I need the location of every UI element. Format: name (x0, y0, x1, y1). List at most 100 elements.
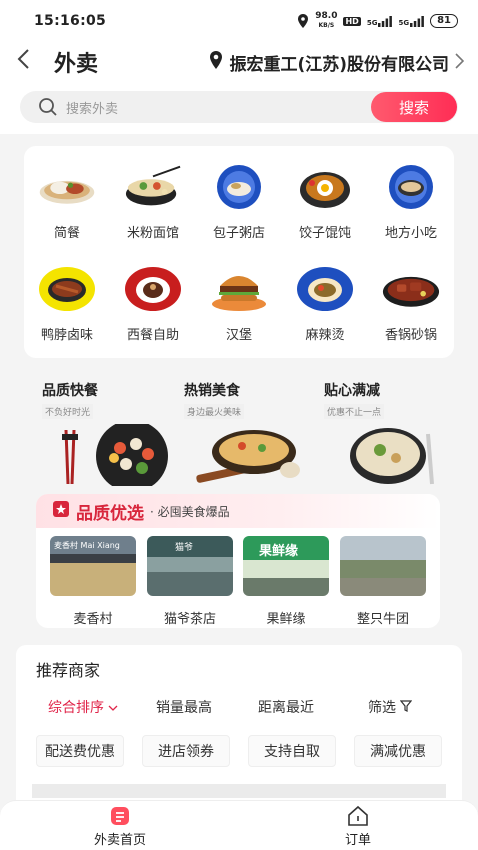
promo-title: 贴心满减 (324, 383, 380, 399)
filter-chip-delivery-discount[interactable]: 配送费优惠 (36, 735, 124, 767)
store-item[interactable]: 果鲜缘 果鲜缘 (243, 536, 329, 627)
promo-title: 热销美食 (184, 383, 240, 399)
local-snack-icon (382, 164, 440, 210)
store-sign: 猫爷 (175, 543, 194, 553)
store-sign: 麦香村 Mai Xiang (54, 541, 120, 550)
category-label: 汉堡 (225, 328, 252, 343)
dumpling-icon (296, 164, 354, 210)
category-item-claypot[interactable]: 香锅砂锅 (368, 266, 454, 343)
search-icon (38, 97, 58, 117)
braised-duck-icon (38, 266, 96, 312)
signal-icon-2: 5G (398, 15, 424, 27)
net-speed: 98.0 KB/S (315, 11, 338, 30)
search-button[interactable]: 搜索 (371, 92, 457, 122)
category-item-dumplings[interactable]: 饺子馄饨 (282, 164, 368, 241)
order-house-icon (298, 805, 418, 827)
section-title: 推荐商家 (36, 661, 101, 680)
store-item[interactable]: 猫爷 猫爷茶店 (147, 536, 233, 627)
tab-label: 外卖首页 (93, 833, 146, 848)
category-item-burger[interactable]: 汉堡 (196, 266, 282, 343)
sort-sales[interactable]: 销量最高 (156, 697, 212, 717)
category-label: 香锅砂锅 (384, 328, 437, 343)
promo-subtitle: 不负好时光 (42, 404, 94, 419)
tab-orders[interactable]: 订单 (298, 805, 418, 848)
list-placeholder (32, 784, 446, 798)
promo-subtitle: 优惠不止一点 (324, 404, 385, 419)
category-label: 西餐自助 (126, 328, 179, 343)
promo-quality-fastfood[interactable]: 品质快餐 不负好时光 (42, 380, 184, 492)
bottom-tab-bar: 外卖首页 订单 (0, 800, 478, 850)
store-item[interactable]: 整只牛团 (340, 536, 426, 627)
sort-filter[interactable]: 筛选 (368, 697, 413, 717)
category-item-simple-meal[interactable]: 简餐 (24, 164, 110, 241)
chevron-left-icon[interactable] (16, 47, 42, 77)
sort-distance[interactable]: 距离最近 (258, 697, 314, 717)
category-item-western-buffet[interactable]: 西餐自助 (110, 266, 196, 343)
filter-chip-full-reduction[interactable]: 满减优惠 (354, 735, 442, 767)
category-item-noodles[interactable]: 米粉面馆 (110, 164, 196, 241)
noodle-bowl-icon (124, 164, 182, 210)
takeout-home-icon (60, 805, 180, 827)
status-icons: 98.0 KB/S HD 5G 5G 81 (297, 12, 458, 30)
store-name: 果鲜缘 (266, 612, 306, 627)
location-status-icon (297, 14, 309, 28)
sort-comprehensive[interactable]: 综合排序 (48, 697, 118, 717)
rice-dish-icon (38, 164, 96, 210)
store-sign: 果鲜缘 (259, 544, 299, 559)
promo-subtitle: 身边最火美味 (184, 404, 245, 419)
burger-icon (210, 266, 268, 312)
store-photo: 麦香村 Mai Xiang (50, 536, 136, 596)
category-label: 包子粥店 (212, 226, 265, 241)
category-label: 鸭脖卤味 (40, 328, 93, 343)
battery-icon: 81 (430, 14, 458, 28)
store-name: 猫爷茶店 (163, 612, 216, 627)
store-photo: 果鲜缘 (243, 536, 329, 596)
category-label: 地方小吃 (384, 226, 437, 241)
status-bar: 15:16:05 98.0 KB/S HD 5G 5G 81 (0, 0, 478, 42)
category-label: 饺子馄饨 (298, 226, 351, 241)
category-item-duck-neck[interactable]: 鸭脖卤味 (24, 266, 110, 343)
location-selector[interactable]: 振宏重工(江苏)股份有限公司 (209, 50, 465, 75)
category-label: 麻辣烫 (305, 328, 345, 343)
filter-chip-pickup[interactable]: 支持自取 (248, 735, 336, 767)
quality-title: 品质优选 (76, 503, 144, 524)
filter-icon (400, 700, 413, 716)
map-pin-icon (209, 50, 223, 74)
soup-pot-image (344, 424, 444, 490)
category-grid: 简餐 米粉面馆 包子粥店 饺子馄饨 地方小吃 鸭脖卤味 西餐自助 汉堡 麻辣烫 … (24, 146, 454, 358)
store-name: 整只牛团 (356, 612, 409, 627)
promo-title: 品质快餐 (42, 383, 98, 399)
category-item-local-snacks[interactable]: 地方小吃 (368, 164, 454, 241)
search-area: 搜索外卖 搜索 (0, 82, 478, 134)
promo-hot-food[interactable]: 热销美食 身边最火美味 (184, 380, 326, 490)
hd-badge: HD (343, 16, 361, 26)
store-photo (340, 536, 426, 596)
category-item-malatang[interactable]: 麻辣烫 (282, 266, 368, 343)
tab-takeout-home[interactable]: 外卖首页 (60, 805, 180, 848)
page-title: 外卖 (54, 52, 99, 77)
category-label: 简餐 (53, 226, 80, 241)
chevron-right-icon (455, 50, 465, 74)
store-item[interactable]: 麦香村 Mai Xiang 麦香村 (50, 536, 136, 627)
sushi-platter-image (56, 420, 176, 492)
category-item-bun-porridge[interactable]: 包子粥店 (196, 164, 282, 241)
category-label: 米粉面馆 (126, 226, 179, 241)
store-photo: 猫爷 (147, 536, 233, 596)
quality-selection-card[interactable]: 品质优选 · 必囤美食爆品 麦香村 Mai Xiang 麦香村 猫爷 猫爷茶店 … (36, 494, 440, 628)
promo-discounts[interactable]: 贴心满减 优惠不止一点 (324, 380, 466, 490)
claypot-icon (382, 266, 440, 312)
quality-subtitle: · 必囤美食爆品 (150, 504, 230, 519)
store-name: 麦香村 (73, 612, 113, 627)
status-time: 15:16:05 (34, 13, 107, 29)
quality-header: 品质优选 · 必囤美食爆品 (36, 494, 440, 528)
tab-label: 订单 (344, 833, 371, 848)
search-bar[interactable]: 搜索外卖 搜索 (20, 91, 458, 123)
page-header: 外卖 振宏重工(江苏)股份有限公司 (0, 42, 478, 82)
signal-icon: 5G (367, 15, 393, 27)
badge-icon (52, 500, 70, 522)
bun-porridge-icon (210, 164, 268, 210)
search-input[interactable]: 搜索外卖 (66, 98, 371, 117)
filter-chip-coupon[interactable]: 进店领券 (142, 735, 230, 767)
location-text: 振宏重工(江苏)股份有限公司 (229, 54, 449, 75)
fried-noodles-image (192, 424, 312, 490)
